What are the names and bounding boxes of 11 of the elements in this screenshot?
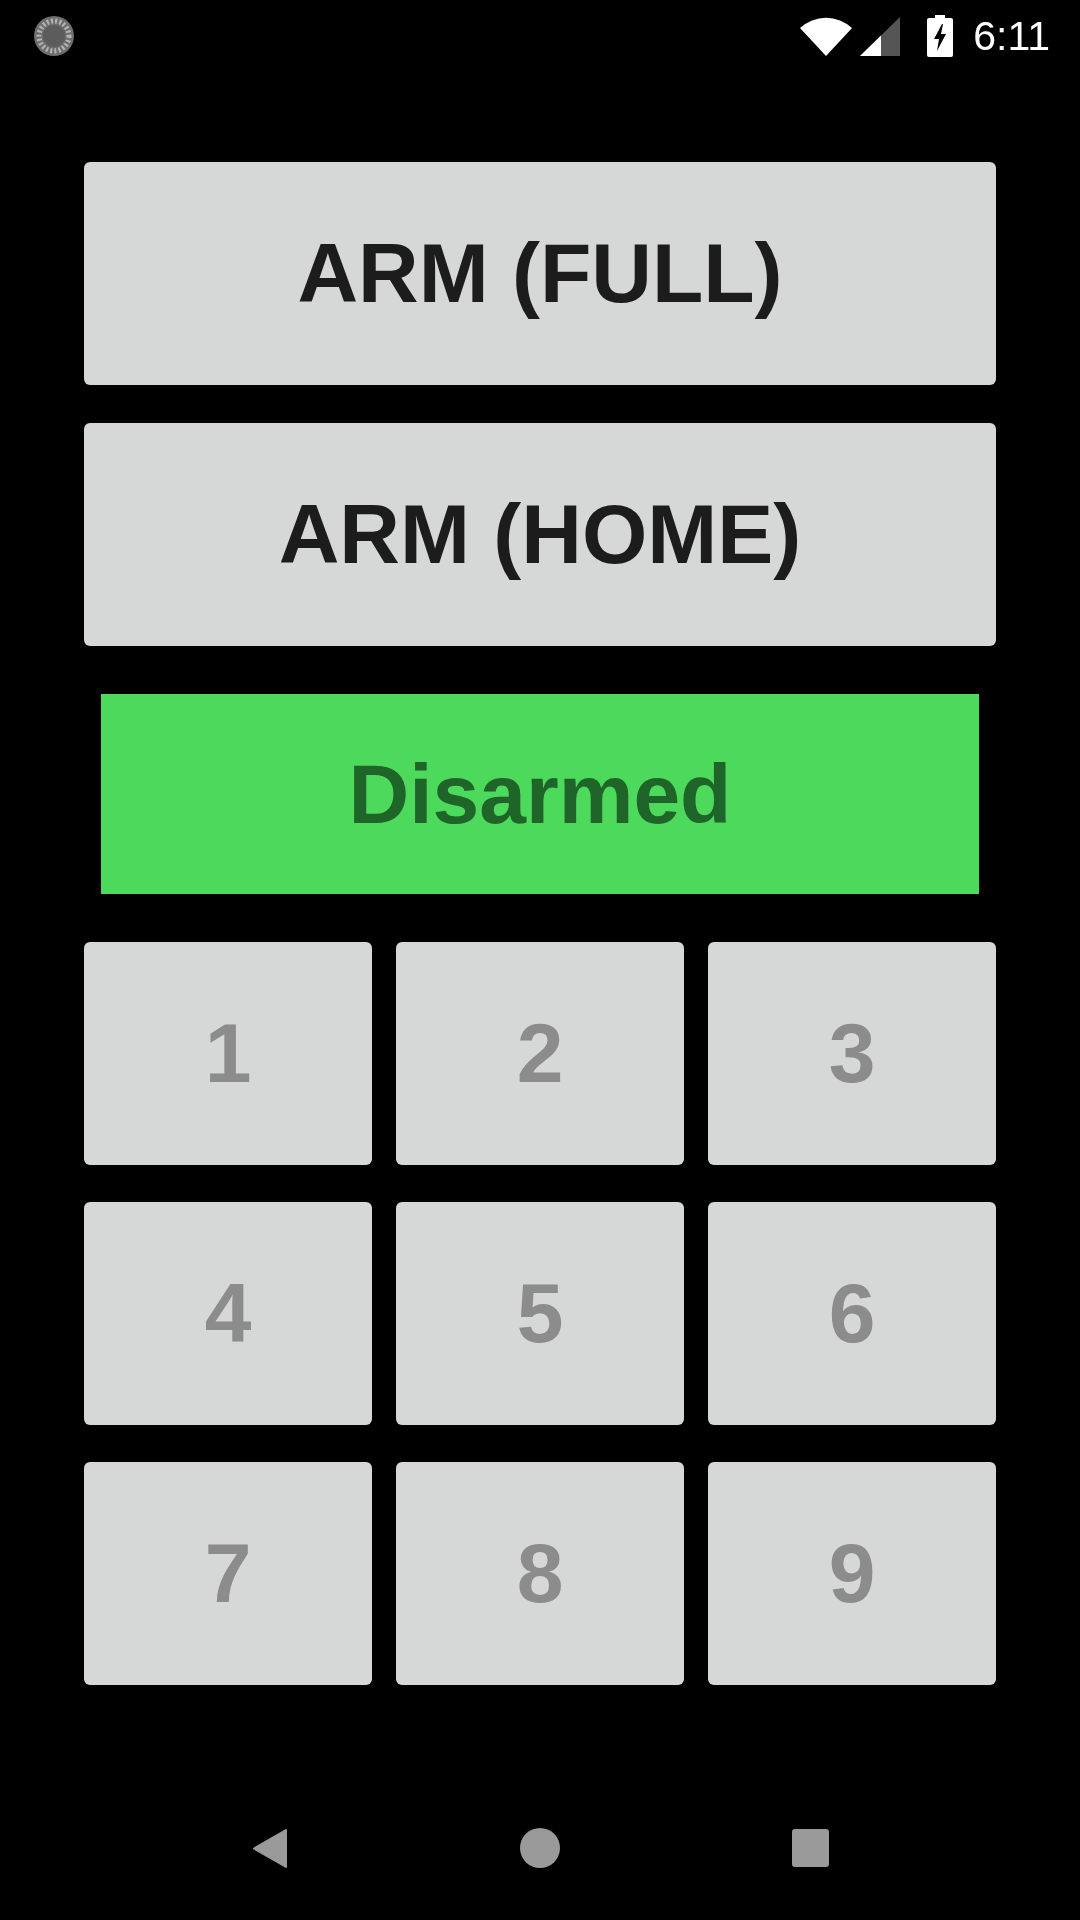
signal-icon (860, 16, 901, 56)
arm-button[interactable]: ARM (FULL) (84, 162, 996, 385)
battery-charging-icon (927, 15, 954, 57)
clock-time: 6:11 (973, 12, 1050, 60)
back-icon[interactable] (253, 1828, 287, 1868)
recents-icon[interactable] (791, 1829, 829, 1867)
spinner-icon (33, 15, 75, 57)
status-banner: Disarmed (101, 694, 979, 894)
arm-button[interactable]: ARM (HOME) (84, 423, 996, 646)
wifi-icon (800, 16, 853, 56)
home-icon[interactable] (520, 1828, 560, 1868)
